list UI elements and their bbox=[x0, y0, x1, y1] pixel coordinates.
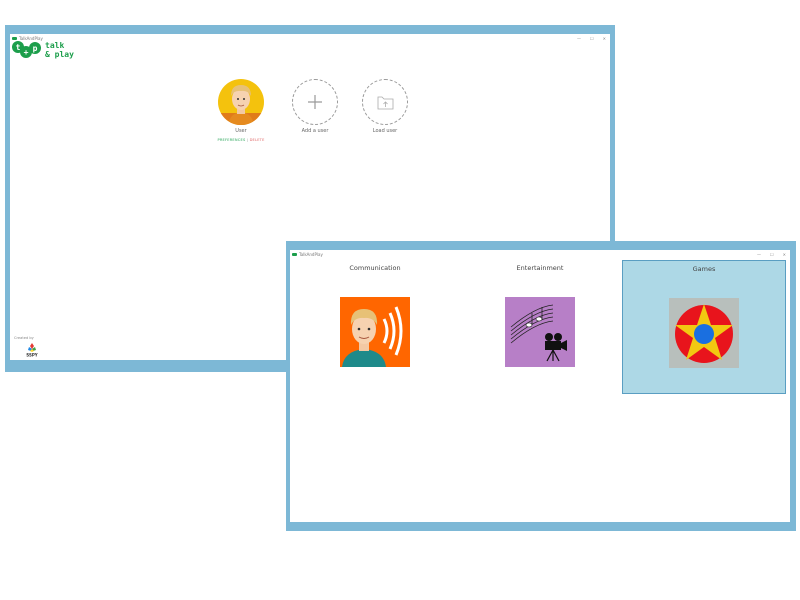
add-user-button[interactable] bbox=[292, 79, 338, 125]
close-button[interactable]: ✕ bbox=[783, 250, 786, 259]
talk-and-play-logo: t + p talk & play bbox=[12, 39, 92, 65]
svg-text:t: t bbox=[16, 43, 21, 52]
folder-upload-icon bbox=[377, 96, 394, 110]
user-card[interactable]: User PREFERENCES | DELETE bbox=[206, 79, 276, 142]
load-user-card[interactable]: Load user bbox=[350, 79, 420, 134]
delete-link[interactable]: DELETE bbox=[250, 138, 265, 142]
svg-text:SSPY: SSPY bbox=[26, 353, 38, 358]
category-games[interactable]: Games bbox=[622, 260, 786, 394]
action-separator: | bbox=[246, 138, 249, 142]
communication-tile[interactable] bbox=[340, 297, 410, 367]
avatar[interactable] bbox=[218, 79, 264, 125]
categories-window-titlebar[interactable]: TalkAndPlay — ☐ ✕ bbox=[290, 250, 790, 259]
speaking-person-icon bbox=[342, 306, 403, 367]
category-label: Games bbox=[692, 265, 716, 273]
minimize-button[interactable]: — bbox=[577, 34, 581, 43]
games-tile[interactable] bbox=[669, 298, 739, 368]
close-button[interactable]: ✕ bbox=[603, 34, 606, 43]
app-icon bbox=[292, 253, 297, 256]
category-label: Entertainment bbox=[516, 264, 564, 272]
svg-text:p: p bbox=[33, 44, 38, 53]
login-window-titlebar[interactable]: TalkAndPlay — ☐ ✕ bbox=[10, 34, 610, 43]
svg-text:+: + bbox=[24, 48, 29, 57]
category-entertainment[interactable]: Entertainment bbox=[458, 260, 622, 394]
maximize-button[interactable]: ☐ bbox=[770, 250, 774, 259]
categories-window: TalkAndPlay — ☐ ✕ Communication Entertai… bbox=[286, 241, 796, 531]
preferences-link[interactable]: PREFERENCES bbox=[217, 138, 245, 142]
entertainment-tile[interactable] bbox=[505, 297, 575, 367]
plus-icon bbox=[308, 95, 322, 109]
created-by-label: Created by bbox=[14, 336, 34, 340]
sspy-logo[interactable]: SSPY bbox=[24, 342, 40, 358]
categories-window-title: TalkAndPlay bbox=[299, 252, 323, 257]
add-user-label: Add a user bbox=[301, 128, 329, 134]
sspy-logo-icon: SSPY bbox=[26, 343, 38, 358]
star-icon bbox=[675, 304, 733, 363]
load-user-button[interactable] bbox=[362, 79, 408, 125]
load-user-label: Load user bbox=[372, 128, 398, 134]
category-communication[interactable]: Communication bbox=[293, 260, 457, 394]
add-user-card[interactable]: Add a user bbox=[280, 79, 350, 134]
user-name: User bbox=[235, 128, 247, 134]
logo-icon: t + p bbox=[12, 41, 41, 58]
music-film-icon bbox=[510, 304, 567, 362]
user-actions: PREFERENCES | DELETE bbox=[206, 138, 276, 142]
maximize-button[interactable]: ☐ bbox=[590, 34, 594, 43]
categories-window-content: TalkAndPlay — ☐ ✕ Communication Entertai… bbox=[290, 250, 790, 522]
minimize-button[interactable]: — bbox=[757, 250, 761, 259]
user-avatar-icon bbox=[218, 85, 264, 125]
category-label: Communication bbox=[349, 264, 401, 272]
logo-text: talk & play bbox=[45, 41, 74, 59]
